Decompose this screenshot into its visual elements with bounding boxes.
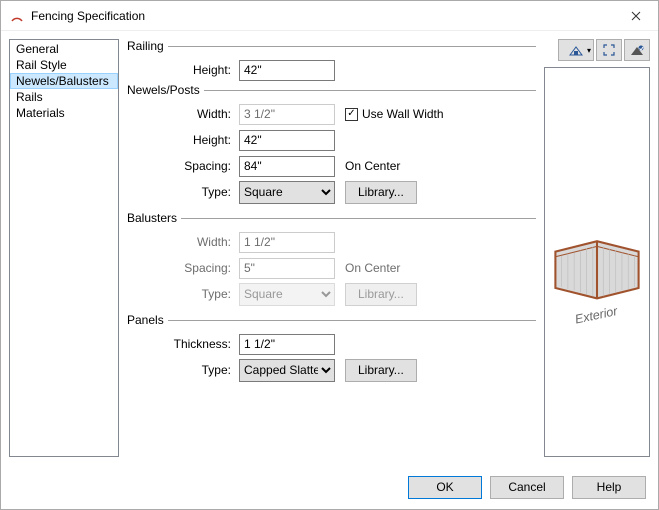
balusters-spacing-label: Spacing: [153, 261, 239, 275]
panels-type-label: Type: [153, 363, 239, 377]
group-panels: Panels [127, 313, 536, 327]
help-button[interactable]: Help [572, 476, 646, 499]
newels-width-label: Width: [153, 107, 239, 121]
group-panels-title: Panels [127, 313, 168, 327]
app-icon [9, 8, 25, 24]
railing-height-input[interactable] [239, 60, 335, 81]
group-railing: Railing [127, 39, 536, 53]
group-railing-title: Railing [127, 39, 168, 53]
group-balusters: Balusters [127, 211, 536, 225]
preview-pane[interactable]: Exterior [544, 67, 650, 457]
balusters-type-label: Type: [153, 287, 239, 301]
nav-item-newels-balusters[interactable]: Newels/Balusters [10, 73, 118, 89]
balusters-spacing-suffix: On Center [345, 261, 400, 275]
ok-button[interactable]: OK [408, 476, 482, 499]
use-wall-width-label: Use Wall Width [362, 107, 444, 121]
newels-library-button[interactable]: Library... [345, 181, 417, 204]
panels-library-button[interactable]: Library... [345, 359, 417, 382]
balusters-width-label: Width: [153, 235, 239, 249]
fence-preview-icon: Exterior [545, 158, 649, 366]
newels-spacing-input[interactable] [239, 156, 335, 177]
nav-item-rail-style[interactable]: Rail Style [10, 57, 118, 73]
nav-item-general[interactable]: General [10, 41, 118, 57]
cancel-button[interactable]: Cancel [490, 476, 564, 499]
nav-item-materials[interactable]: Materials [10, 105, 118, 121]
form-panel: Railing Height: Newels/Posts Width: [123, 39, 540, 457]
newels-height-label: Height: [153, 133, 239, 147]
close-button[interactable] [613, 1, 658, 30]
preview-column: Exterior [544, 39, 650, 457]
window-title: Fencing Specification [31, 9, 613, 23]
balusters-type-select: Square [239, 283, 335, 306]
balusters-spacing-input [239, 258, 335, 279]
newels-spacing-label: Spacing: [153, 159, 239, 173]
category-nav: General Rail Style Newels/Balusters Rail… [9, 39, 119, 457]
titlebar: Fencing Specification [1, 1, 658, 31]
panels-thickness-input[interactable] [239, 334, 335, 355]
balusters-width-input [239, 232, 335, 253]
use-wall-width-checkbox[interactable]: ✓ [345, 108, 358, 121]
newels-width-input [239, 104, 335, 125]
newels-type-select[interactable]: Square [239, 181, 335, 204]
newels-type-label: Type: [153, 185, 239, 199]
color-toggle-button[interactable] [624, 39, 650, 61]
panels-thickness-label: Thickness: [153, 337, 239, 351]
group-newels-title: Newels/Posts [127, 83, 204, 97]
balusters-library-button: Library... [345, 283, 417, 306]
preview-toolbar [544, 39, 650, 63]
group-newels: Newels/Posts [127, 83, 536, 97]
preview-caption: Exterior [574, 304, 620, 327]
panels-type-select[interactable]: Capped Slatted [239, 359, 335, 382]
dialog-footer: OK Cancel Help [1, 465, 658, 509]
railing-height-label: Height: [153, 63, 239, 77]
newels-height-input[interactable] [239, 130, 335, 151]
dialog-window: Fencing Specification General Rail Style… [0, 0, 659, 510]
nav-item-rails[interactable]: Rails [10, 89, 118, 105]
group-balusters-title: Balusters [127, 211, 181, 225]
fit-view-button[interactable] [596, 39, 622, 61]
view-mode-button[interactable] [558, 39, 594, 61]
newels-spacing-suffix: On Center [345, 159, 400, 173]
